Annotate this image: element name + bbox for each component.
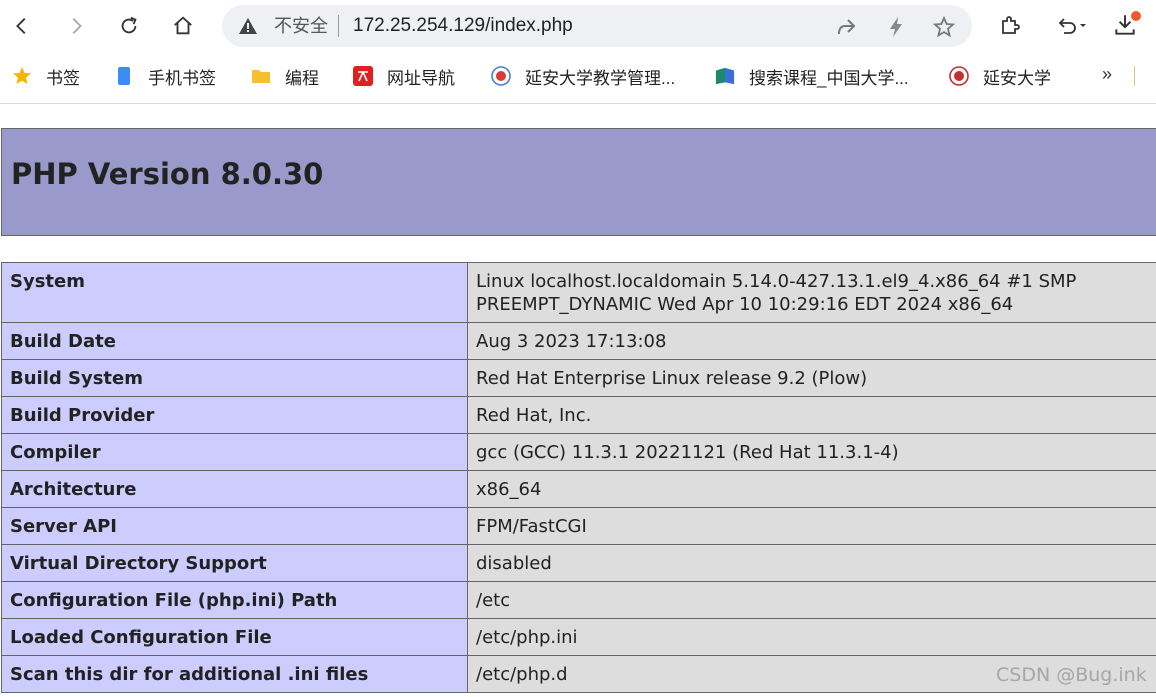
mooc-icon xyxy=(715,66,735,86)
row-value: Aug 3 2023 17:13:08 xyxy=(467,322,1156,360)
bookmark-item[interactable]: 搜索课程_中国大学... xyxy=(715,64,909,88)
row-key: Build Date xyxy=(1,322,468,360)
row-key: Loaded Configuration File xyxy=(1,618,468,656)
php-version-header: PHP Version 8.0.30 xyxy=(1,128,1156,236)
row-key: Build System xyxy=(1,359,468,397)
folder-icon xyxy=(251,66,271,86)
download-badge xyxy=(1131,11,1141,21)
bookmarks-more-button[interactable]: » xyxy=(1102,64,1112,85)
row-value: Linux localhost.localdomain 5.14.0-427.1… xyxy=(467,262,1156,323)
watermark: CSDN @Bug.ink xyxy=(996,664,1147,686)
bookmark-item[interactable]: 手机书签 xyxy=(114,64,216,88)
undo-dropdown-icon xyxy=(1058,18,1086,34)
table-row: Compiler gcc (GCC) 11.3.1 20221121 (Red H… xyxy=(1,433,1156,471)
site-nav-icon xyxy=(353,66,373,86)
university-logo-icon xyxy=(949,66,969,86)
row-value: x86_64 xyxy=(467,470,1156,508)
extensions-button[interactable] xyxy=(995,10,1025,40)
browser-chrome: 不安全 172.25.254.129/index.php 书签 手机书签 编程 … xyxy=(0,0,1156,104)
undo-menu-button[interactable] xyxy=(1052,10,1092,40)
row-value: /etc xyxy=(467,581,1156,619)
url-text[interactable]: 172.25.254.129/index.php xyxy=(353,15,573,37)
star-bookmark-icon[interactable] xyxy=(932,15,956,39)
reload-icon xyxy=(121,16,137,34)
bookmarks-divider xyxy=(1134,66,1135,86)
row-key: Virtual Directory Support xyxy=(1,544,468,582)
phone-icon xyxy=(114,66,134,86)
table-row: Server API FPM/FastCGI xyxy=(1,507,1156,545)
row-value: gcc (GCC) 11.3.1 20221121 (Red Hat 11.3.… xyxy=(467,433,1156,471)
table-row: Loaded Configuration File/etc/php.ini xyxy=(1,618,1156,656)
forward-arrow-icon xyxy=(72,18,82,34)
row-key: Build Provider xyxy=(1,396,468,434)
share-icon[interactable] xyxy=(834,15,858,39)
lightning-icon[interactable] xyxy=(884,15,908,39)
table-row: System Linux localhost.localdomain 5.14.0… xyxy=(1,262,1156,323)
home-icon xyxy=(174,16,192,35)
browser-toolbar: 不安全 172.25.254.129/index.php xyxy=(0,0,1156,52)
page-content: PHP Version 8.0.30 System Linux localhost… xyxy=(0,104,1156,697)
row-value: /etc/php.ini xyxy=(467,618,1156,656)
table-row: Build System Red Hat Enterprise Linux rel… xyxy=(1,359,1156,397)
university-logo-icon xyxy=(491,66,511,86)
table-row: Build Provider Red Hat, Inc. xyxy=(1,396,1156,434)
bookmark-item[interactable]: 网址导航 xyxy=(353,64,455,88)
home-button[interactable] xyxy=(165,8,201,44)
back-arrow-icon xyxy=(16,18,26,34)
table-row: Scan this dir for additional .ini files /… xyxy=(1,655,1156,693)
bookmark-item[interactable]: 延安大学教学管理... xyxy=(491,64,675,88)
back-button[interactable] xyxy=(4,8,40,44)
bookmark-item[interactable]: 编程 xyxy=(251,64,319,88)
table-row: Architecture x86_64 xyxy=(1,470,1156,508)
row-value: disabled xyxy=(467,544,1156,582)
security-label[interactable]: 不安全 xyxy=(274,16,328,36)
star-icon xyxy=(12,66,32,86)
address-bar[interactable]: 不安全 172.25.254.129/index.php xyxy=(222,5,972,47)
php-info-table-body: System Linux localhost.localdomain 5.14.0… xyxy=(1,262,1156,693)
row-key: Compiler xyxy=(1,433,468,471)
bookmark-item[interactable]: 书签 xyxy=(12,64,80,88)
row-value: Red Hat, Inc. xyxy=(467,396,1156,434)
table-row: Configuration File (php.ini) Path/etc xyxy=(1,581,1156,619)
php-info-table: System Linux localhost.localdomain 5.14.0… xyxy=(1,262,1156,693)
reload-button[interactable] xyxy=(111,8,147,44)
row-key: Configuration File (php.ini) Path xyxy=(1,581,468,619)
page-title: PHP Version 8.0.30 xyxy=(11,157,324,191)
warning-triangle-icon[interactable] xyxy=(238,16,258,36)
row-key: System xyxy=(1,262,468,323)
table-row: Build Date Aug 3 2023 17:13:08 xyxy=(1,322,1156,360)
row-value: FPM/FastCGI xyxy=(467,507,1156,545)
row-key: Scan this dir for additional .ini files xyxy=(1,655,468,693)
row-value: Red Hat Enterprise Linux release 9.2 (Pl… xyxy=(467,359,1156,397)
address-divider xyxy=(338,15,339,37)
bookmark-item[interactable]: 延安大学 xyxy=(949,64,1051,88)
puzzle-icon xyxy=(1002,16,1020,34)
row-key: Server API xyxy=(1,507,468,545)
row-key: Architecture xyxy=(1,470,468,508)
bookmarks-bar: 书签 手机书签 编程 网址导航 延安大学教学管理... 搜索课程_中国大学...… xyxy=(0,52,1156,100)
forward-button[interactable] xyxy=(58,8,94,44)
table-row: Virtual Directory Support disabled xyxy=(1,544,1156,582)
